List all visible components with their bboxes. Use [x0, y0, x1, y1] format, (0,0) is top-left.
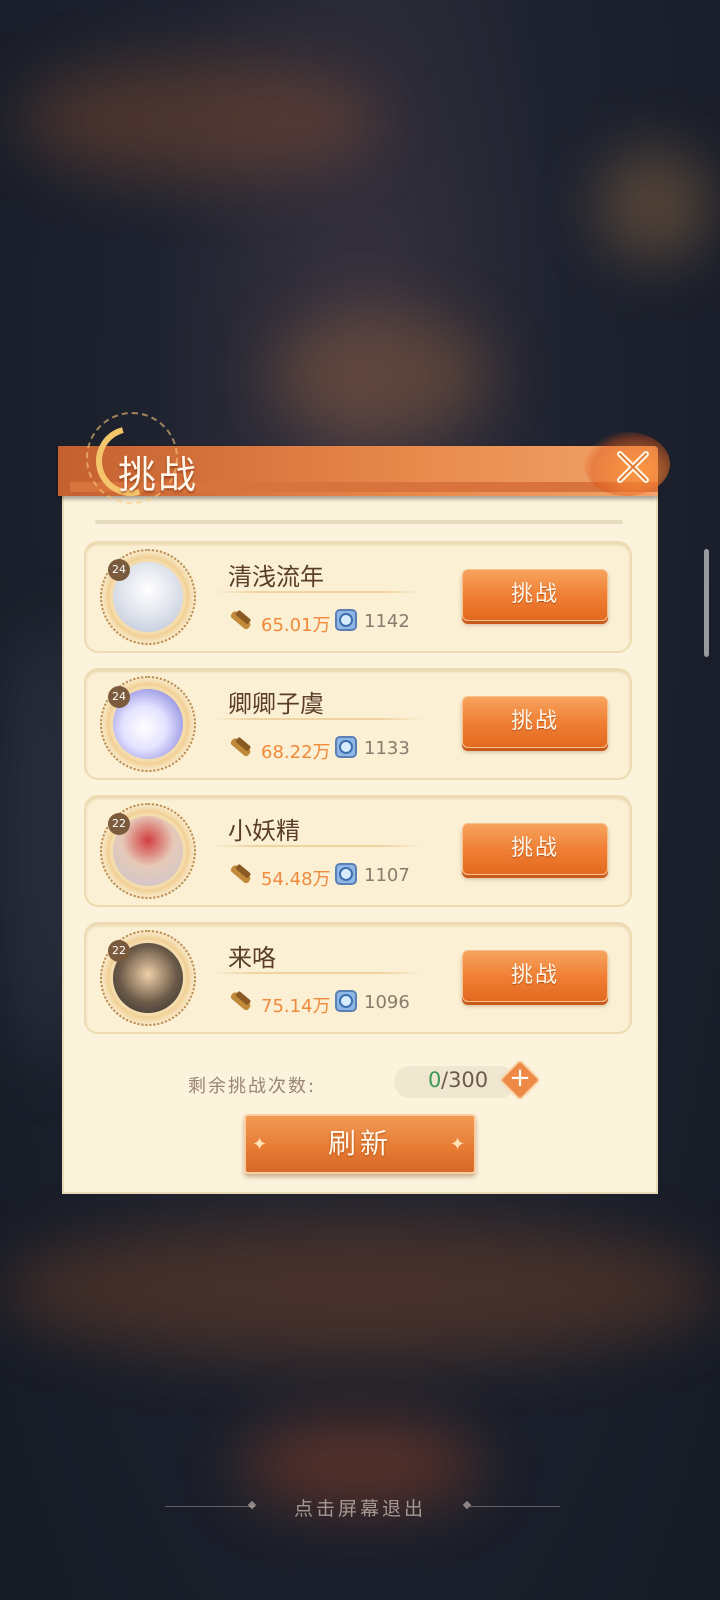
rank-score: 1133 [364, 738, 410, 759]
power-scroll-icon [230, 737, 251, 757]
refresh-button[interactable]: 刷新 [244, 1114, 476, 1174]
divider [95, 520, 623, 524]
close-button[interactable] [606, 440, 660, 494]
divider [212, 845, 424, 847]
power-scroll-icon [230, 610, 251, 630]
level-badge: 24 [108, 559, 130, 581]
attempts-current: 0 [428, 1068, 442, 1092]
rank-medal-icon [335, 863, 357, 885]
rank-score: 1107 [364, 865, 410, 886]
rank-medal-icon [335, 736, 357, 758]
background-glow [270, 310, 490, 440]
player-name: 卿卿子虞 [228, 690, 324, 718]
background-glow [20, 60, 380, 180]
sparkle-icon: ✦ [252, 1134, 268, 1155]
combat-power: 54.48万 [261, 869, 331, 890]
plus-icon: + [509, 1063, 531, 1093]
power-scroll-icon [230, 991, 251, 1011]
challenge-button[interactable]: 挑战 [462, 823, 608, 875]
opponent-card: 24 卿卿子虞 68.22万 1133 挑战 [84, 668, 632, 780]
scrollbar[interactable] [704, 549, 709, 657]
sparkle-icon: ✦ [450, 1134, 466, 1155]
close-x-icon [617, 451, 649, 483]
power-scroll-icon [230, 864, 251, 884]
rank-score: 1096 [364, 992, 410, 1013]
player-name: 小妖精 [228, 817, 300, 845]
dialog-title: 挑战 [118, 453, 199, 497]
opponent-card: 22 来咯 75.14万 1096 挑战 [84, 922, 632, 1034]
level-badge: 22 [108, 813, 130, 835]
challenge-button[interactable]: 挑战 [462, 950, 608, 1002]
challenge-button[interactable]: 挑战 [462, 569, 608, 621]
level-badge: 22 [108, 940, 130, 962]
combat-power: 68.22万 [261, 742, 331, 763]
player-name: 来咯 [228, 944, 276, 972]
remaining-attempts-label: 剩余挑战次数: [188, 1076, 317, 1097]
challenge-button[interactable]: 挑战 [462, 696, 608, 748]
divider [212, 972, 424, 974]
combat-power: 65.01万 [261, 615, 331, 636]
divider [212, 591, 424, 593]
level-badge: 24 [108, 686, 130, 708]
divider [212, 718, 424, 720]
opponent-card: 22 小妖精 54.48万 1107 挑战 [84, 795, 632, 907]
player-name: 清浅流年 [228, 563, 324, 591]
tap-to-exit-hint[interactable]: 点击屏幕退出 [0, 1494, 720, 1521]
opponent-card: 24 清浅流年 65.01万 1142 挑战 [84, 541, 632, 653]
rank-score: 1142 [364, 611, 410, 632]
combat-power: 75.14万 [261, 996, 331, 1017]
rank-medal-icon [335, 609, 357, 631]
rank-medal-icon [335, 990, 357, 1012]
background-glow [0, 1220, 720, 1360]
background-glow [600, 150, 710, 260]
attempts-total: /300 [441, 1068, 489, 1092]
